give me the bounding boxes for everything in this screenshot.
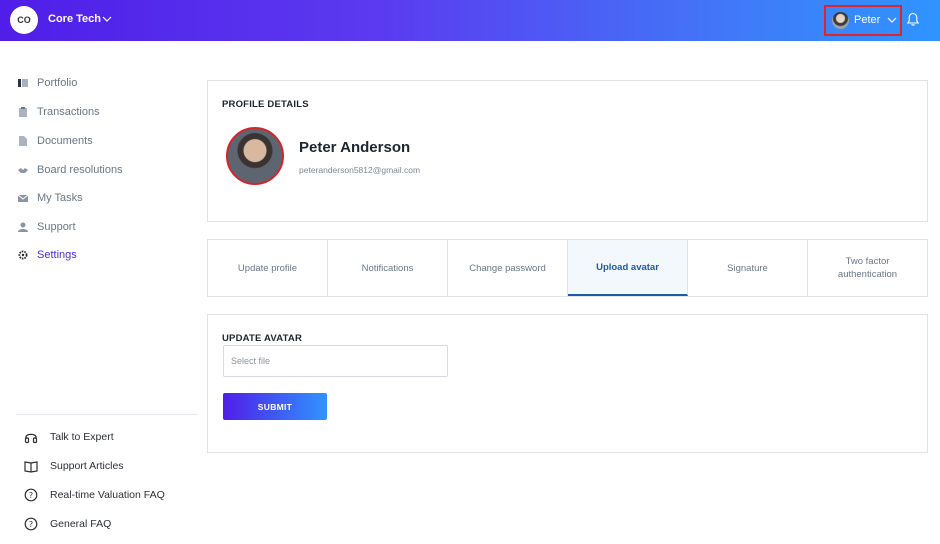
help-item-talk-to-expert[interactable]: Talk to Expert bbox=[24, 429, 114, 445]
help-item-support-articles[interactable]: Support Articles bbox=[24, 458, 124, 474]
chevron-down-icon bbox=[887, 17, 897, 23]
tab-update-profile[interactable]: Update profile bbox=[208, 240, 328, 296]
gear-icon bbox=[18, 250, 28, 260]
sidebar-item-label: Transactions bbox=[37, 106, 100, 118]
top-navigation-bar: CO Core Tech Peter bbox=[0, 0, 940, 41]
tab-two-factor-authentication[interactable]: Two factor authentication bbox=[808, 240, 927, 296]
settings-tabs: Update profile Notifications Change pass… bbox=[207, 239, 928, 297]
question-icon: ? bbox=[24, 517, 38, 531]
sidebar-item-documents[interactable]: Documents bbox=[18, 133, 93, 149]
profile-details-title: PROFILE DETAILS bbox=[222, 99, 309, 110]
support-icon bbox=[18, 222, 28, 232]
sidebar-item-label: Board resolutions bbox=[37, 164, 123, 176]
tab-signature[interactable]: Signature bbox=[688, 240, 808, 296]
org-badge[interactable]: CO bbox=[10, 6, 38, 34]
sidebar-item-label: Support bbox=[37, 221, 76, 233]
help-item-label: Support Articles bbox=[50, 460, 124, 472]
help-item-label: Real-time Valuation FAQ bbox=[50, 489, 165, 501]
bell-icon[interactable] bbox=[906, 12, 920, 27]
tab-change-password[interactable]: Change password bbox=[448, 240, 568, 296]
sidebar-item-label: Portfolio bbox=[37, 77, 78, 89]
question-icon: ? bbox=[24, 488, 38, 502]
profile-email: peteranderson5812@gmail.com bbox=[299, 165, 421, 175]
update-avatar-card: UPDATE AVATAR Select file SUBMIT bbox=[207, 314, 928, 453]
sidebar-item-settings[interactable]: Settings bbox=[18, 247, 77, 263]
help-item-valuation-faq[interactable]: ? Real-time Valuation FAQ bbox=[24, 487, 165, 503]
help-item-label: Talk to Expert bbox=[50, 431, 114, 443]
portfolio-icon bbox=[18, 79, 28, 87]
update-avatar-title: UPDATE AVATAR bbox=[222, 333, 303, 344]
svg-text:?: ? bbox=[29, 520, 33, 529]
sidebar-item-portfolio[interactable]: Portfolio bbox=[18, 75, 77, 91]
sidebar-item-label: My Tasks bbox=[37, 192, 83, 204]
tab-notifications[interactable]: Notifications bbox=[328, 240, 448, 296]
file-select-input[interactable]: Select file bbox=[223, 345, 448, 377]
svg-text:?: ? bbox=[29, 491, 33, 500]
book-icon bbox=[24, 461, 38, 473]
help-item-label: General FAQ bbox=[50, 518, 112, 530]
headphones-icon bbox=[24, 433, 38, 444]
clipboard-icon bbox=[19, 107, 27, 117]
tasks-icon bbox=[18, 194, 28, 202]
document-icon bbox=[19, 136, 27, 146]
org-name[interactable]: Core Tech bbox=[48, 13, 101, 25]
user-avatar bbox=[832, 12, 849, 29]
user-menu[interactable]: Peter bbox=[824, 5, 902, 36]
user-name: Peter bbox=[854, 14, 881, 26]
tab-upload-avatar[interactable]: Upload avatar bbox=[568, 240, 688, 296]
chevron-down-icon[interactable] bbox=[102, 14, 112, 24]
sidebar-item-label: Documents bbox=[37, 135, 93, 147]
profile-details-card: PROFILE DETAILS Peter Anderson peterande… bbox=[207, 80, 928, 222]
help-item-general-faq[interactable]: ? General FAQ bbox=[24, 516, 111, 532]
profile-photo bbox=[226, 127, 284, 185]
profile-name: Peter Anderson bbox=[299, 139, 411, 156]
handshake-icon bbox=[18, 168, 28, 173]
submit-button[interactable]: SUBMIT bbox=[223, 393, 327, 420]
sidebar-item-label: Settings bbox=[37, 249, 77, 261]
sidebar-item-board-resolutions[interactable]: Board resolutions bbox=[18, 162, 123, 178]
sidebar-divider bbox=[16, 414, 198, 415]
sidebar-item-support[interactable]: Support bbox=[18, 219, 76, 235]
sidebar-item-my-tasks[interactable]: My Tasks bbox=[18, 190, 83, 206]
sidebar-item-transactions[interactable]: Transactions bbox=[18, 104, 100, 120]
